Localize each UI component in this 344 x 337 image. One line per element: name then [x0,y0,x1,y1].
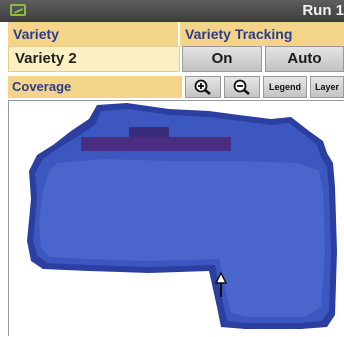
title-bar: Run 1 [0,0,344,22]
coverage-inner-zone [39,159,325,317]
variety-header: Variety [8,22,178,46]
tracking-on-button[interactable]: On [182,46,262,72]
overlap-strip [81,137,231,151]
zoom-out-button[interactable] [224,76,260,98]
legend-button[interactable]: Legend [263,76,307,98]
overlap-strip-small [129,127,169,137]
monitor-icon [10,4,26,16]
coverage-map[interactable] [8,100,344,336]
coverage-header: Coverage [8,76,182,98]
layer-button[interactable]: Layer [310,76,344,98]
run-title: Run 1 [302,2,344,19]
zoom-in-button[interactable] [185,76,221,98]
tracking-auto-button[interactable]: Auto [265,46,344,72]
zoom-in-icon [194,79,211,96]
zoom-out-icon [233,79,250,96]
variety-tracking-header: Variety Tracking [180,22,344,46]
coverage-map-canvas [27,103,337,329]
display-screen: Run 1 Variety Variety Tracking Variety 2… [0,0,344,336]
variety-value-field[interactable]: Variety 2 [8,46,180,72]
